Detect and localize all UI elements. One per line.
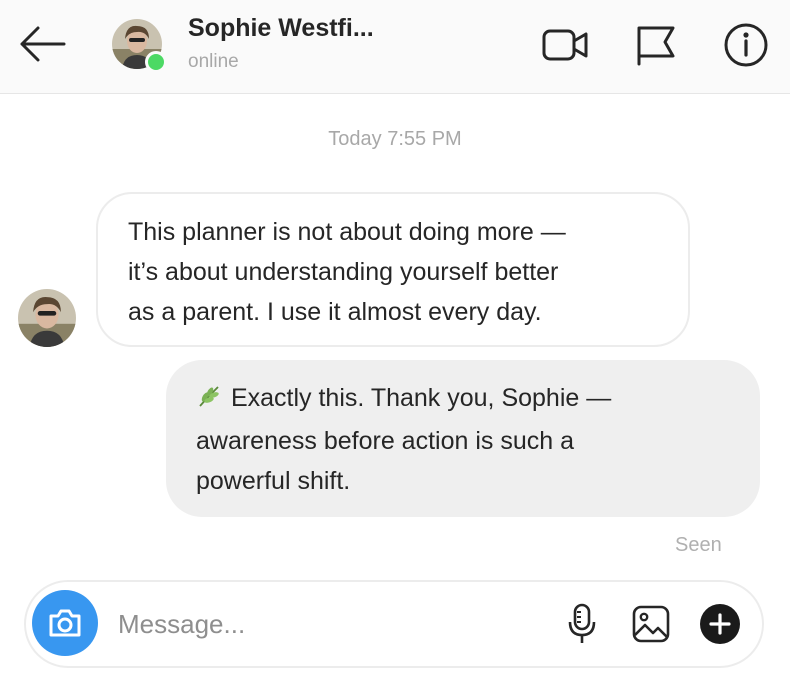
contact-status: online bbox=[188, 51, 239, 72]
outgoing-message-bubble[interactable]: Exactly this. Thank you, Sophie — awaren… bbox=[166, 360, 760, 517]
outgoing-message-text: Exactly this. Thank you, Sophie — awaren… bbox=[196, 384, 612, 495]
message-composer bbox=[24, 580, 764, 668]
conversation-timestamp: Today 7:55 PM bbox=[328, 128, 462, 150]
gallery-button[interactable] bbox=[629, 602, 673, 646]
chat-header: Sophie Westfi... online bbox=[0, 0, 790, 94]
incoming-message-bubble[interactable]: This planner is not about doing more — i… bbox=[96, 192, 690, 347]
online-indicator bbox=[145, 51, 167, 73]
image-icon bbox=[632, 605, 670, 643]
plus-circle-icon bbox=[700, 604, 740, 644]
flag-icon bbox=[637, 26, 675, 66]
report-button[interactable] bbox=[630, 20, 682, 70]
message-input[interactable] bbox=[118, 602, 538, 646]
microphone-icon bbox=[568, 603, 596, 643]
herb-icon bbox=[196, 381, 224, 421]
more-options-button[interactable] bbox=[698, 602, 742, 646]
sender-avatar[interactable] bbox=[18, 289, 76, 347]
info-button[interactable] bbox=[720, 20, 772, 70]
back-arrow-icon bbox=[20, 26, 66, 62]
voice-message-button[interactable] bbox=[560, 602, 604, 646]
contact-name[interactable]: Sophie Westfi... bbox=[188, 14, 374, 43]
camera-icon bbox=[49, 609, 81, 637]
video-camera-icon bbox=[542, 29, 588, 61]
back-button[interactable] bbox=[14, 22, 70, 66]
incoming-message-text: This planner is not about doing more — i… bbox=[128, 218, 566, 326]
info-icon bbox=[724, 23, 768, 67]
seen-receipt: Seen bbox=[675, 534, 722, 556]
video-call-button[interactable] bbox=[540, 20, 592, 70]
outgoing-message-content: Exactly this. Thank you, Sophie — awaren… bbox=[196, 378, 730, 501]
camera-button[interactable] bbox=[32, 590, 98, 656]
